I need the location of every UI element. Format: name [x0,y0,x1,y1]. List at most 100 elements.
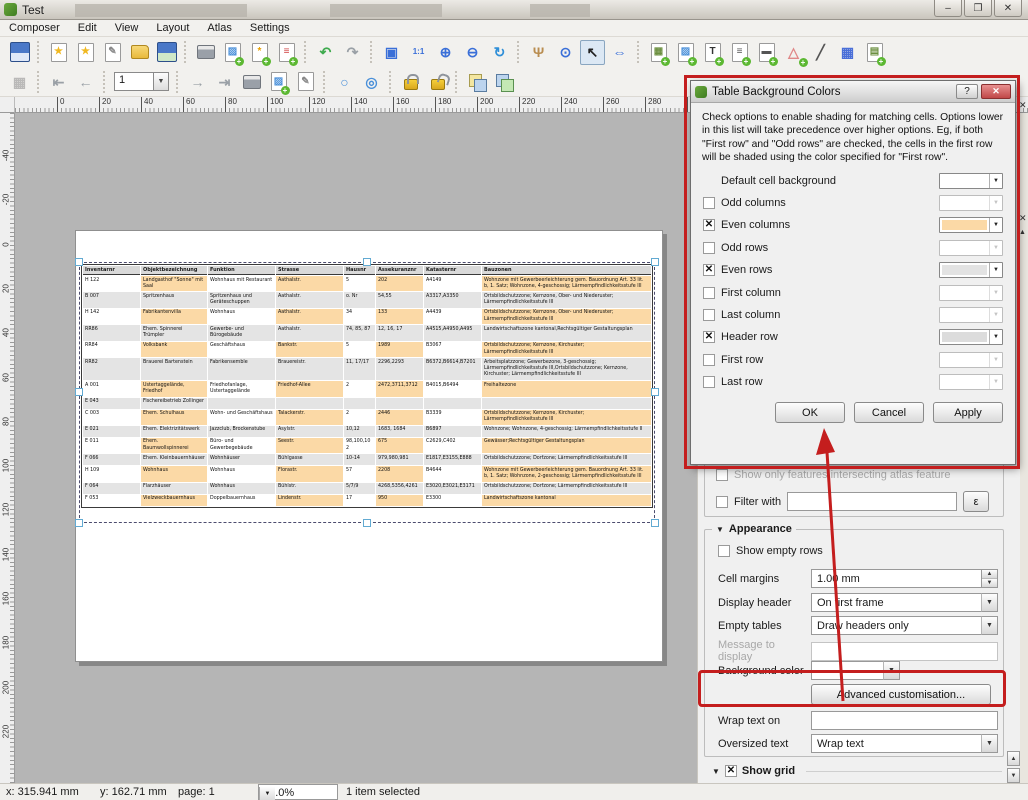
ok-button[interactable]: OK [775,402,845,423]
zoom-to-items-button[interactable]: ◎ [359,69,384,94]
add-attribute-table-button[interactable]: ▦ [835,40,860,65]
refresh-view-button[interactable]: ↻ [487,40,512,65]
panel-close-icon[interactable]: ✕ [1019,100,1027,111]
resize-handle-right-middle[interactable] [651,388,659,396]
print-atlas-button[interactable] [239,69,264,94]
show-grid-checkbox[interactable] [725,765,737,777]
scroll-up-button[interactable]: ▲ [1007,751,1020,766]
menu-view[interactable]: View [106,20,148,36]
show-only-intersecting-checkbox[interactable] [716,469,728,481]
wrap-text-on-input[interactable] [811,711,998,730]
display-header-combo[interactable]: On first frame [811,593,981,612]
cell-margins-input[interactable]: 1.00 mm [811,569,982,588]
chevron-down-icon[interactable]: ▼ [154,72,169,91]
dialog-close-button[interactable]: ✕ [981,84,1011,99]
atlas-settings-button[interactable]: ✎ [293,69,318,94]
atlas-last-feature-button[interactable]: ⇥ [212,69,237,94]
resize-handle-top-right[interactable] [651,258,659,266]
show-grid-section-header[interactable]: ▼ Show grid [712,765,1002,777]
apply-button[interactable]: Apply [933,402,1003,423]
pan-button[interactable]: Ψ [526,40,551,65]
default-cell-background-color-combo[interactable]: ▼ [939,173,1003,189]
atlas-next-feature-button[interactable]: → [185,69,210,94]
save-project-button[interactable] [7,40,32,65]
zoom-full-button[interactable]: ▣ [379,40,404,65]
zoom-to-selection-button[interactable]: ○ [332,69,357,94]
oversized-text-combo[interactable]: Wrap text [811,734,981,753]
scroll-down-button[interactable]: ▼ [1007,768,1020,783]
select-move-item-button[interactable]: ↖ [580,40,605,65]
even-columns-color-combo[interactable]: ▼ [939,217,1003,233]
scroll-up-icon[interactable]: ▲ [1019,229,1026,236]
even-columns-checkbox[interactable] [703,219,715,231]
lock-selected-items-button[interactable] [398,69,423,94]
add-new-scalebar-button[interactable]: ▬ [754,40,779,65]
add-html-frame-button[interactable]: ▤ [862,40,887,65]
atlas-first-feature-button[interactable]: ⇤ [46,69,71,94]
menu-layout[interactable]: Layout [147,20,198,36]
save-as-template-button[interactable] [154,40,179,65]
atlas-previous-feature-button[interactable]: ← [73,69,98,94]
filter-with-checkbox[interactable] [716,496,728,508]
cancel-button[interactable]: Cancel [854,402,924,423]
move-item-content-button[interactable]: ⇔ [607,40,632,65]
zoom-actual-size-button[interactable]: 1:1 [406,40,431,65]
spin-down-icon[interactable]: ▼ [982,579,997,587]
new-composition-button[interactable]: ★ [46,40,71,65]
export-atlas-button[interactable]: ▨ [266,69,291,94]
export-as-image-button[interactable]: ▨ [220,40,245,65]
add-new-map-button[interactable]: ▦ [646,40,671,65]
menu-settings[interactable]: Settings [241,20,299,36]
resize-handle-bottom-middle[interactable] [363,519,371,527]
undo-button[interactable]: ↶ [313,40,338,65]
menu-composer[interactable]: Composer [0,20,69,36]
cell-margins-spinner[interactable]: ▲▼ [982,569,998,588]
header-row-checkbox[interactable] [703,331,715,343]
menu-edit[interactable]: Edit [69,20,106,36]
raise-selected-items-button[interactable] [464,69,489,94]
chevron-down-icon[interactable]: ▼ [981,616,998,635]
add-new-legend-button[interactable]: ≡ [727,40,752,65]
even-rows-color-combo[interactable]: ▼ [939,262,1003,278]
selected-table-item[interactable]: InventarnrObjektbezeichnungFunktionStras… [79,262,655,523]
export-as-pdf-button[interactable]: ≡ [274,40,299,65]
align-selected-items-button[interactable] [491,69,516,94]
duplicate-composition-button[interactable]: ★ [73,40,98,65]
zoom-level-combo[interactable]: 67.0% ▼ [258,784,338,800]
resize-handle-top-middle[interactable] [363,258,371,266]
resize-handle-bottom-left[interactable] [75,519,83,527]
minimize-button[interactable]: – [934,0,962,17]
first-column-checkbox[interactable] [703,287,715,299]
panel-close-icon[interactable]: ✕ [1019,213,1027,224]
add-new-label-button[interactable]: T [700,40,725,65]
chevron-down-icon[interactable]: ▼ [883,661,900,680]
appearance-section-header[interactable]: ▼ Appearance [712,523,796,535]
composer-canvas[interactable]: InventarnrObjektbezeichnungFunktionStras… [15,113,697,783]
atlas-page-number-input[interactable]: 1 [114,72,154,91]
zoom-in-button[interactable]: ⊕ [433,40,458,65]
show-empty-rows-checkbox[interactable] [718,545,730,557]
menu-atlas[interactable]: Atlas [198,20,240,36]
odd-rows-checkbox[interactable] [703,242,715,254]
dialog-help-button[interactable]: ? [956,84,978,99]
background-color-swatch[interactable] [811,661,883,680]
composition-manager-button[interactable]: ✎ [100,40,125,65]
print-button[interactable] [193,40,218,65]
close-button[interactable]: ✕ [994,0,1022,17]
unlock-all-items-button[interactable] [425,69,450,94]
even-rows-checkbox[interactable] [703,264,715,276]
advanced-customisation-button[interactable]: Advanced customisation... [811,684,991,705]
resize-handle-left-middle[interactable] [75,388,83,396]
redo-button[interactable]: ↷ [340,40,365,65]
expression-builder-button[interactable]: ε [963,491,989,512]
dialog-title-bar[interactable]: Table Background Colors ? ✕ [691,81,1015,103]
first-row-checkbox[interactable] [703,354,715,366]
atlas-preview-button[interactable]: ▦ [7,69,32,94]
open-template-button[interactable] [127,40,152,65]
resize-handle-top-left[interactable] [75,258,83,266]
empty-tables-combo[interactable]: Draw headers only [811,616,981,635]
odd-columns-checkbox[interactable] [703,197,715,209]
add-basic-shape-button[interactable]: △ [781,40,806,65]
spin-up-icon[interactable]: ▲ [982,570,997,579]
add-image-button[interactable]: ▨ [673,40,698,65]
